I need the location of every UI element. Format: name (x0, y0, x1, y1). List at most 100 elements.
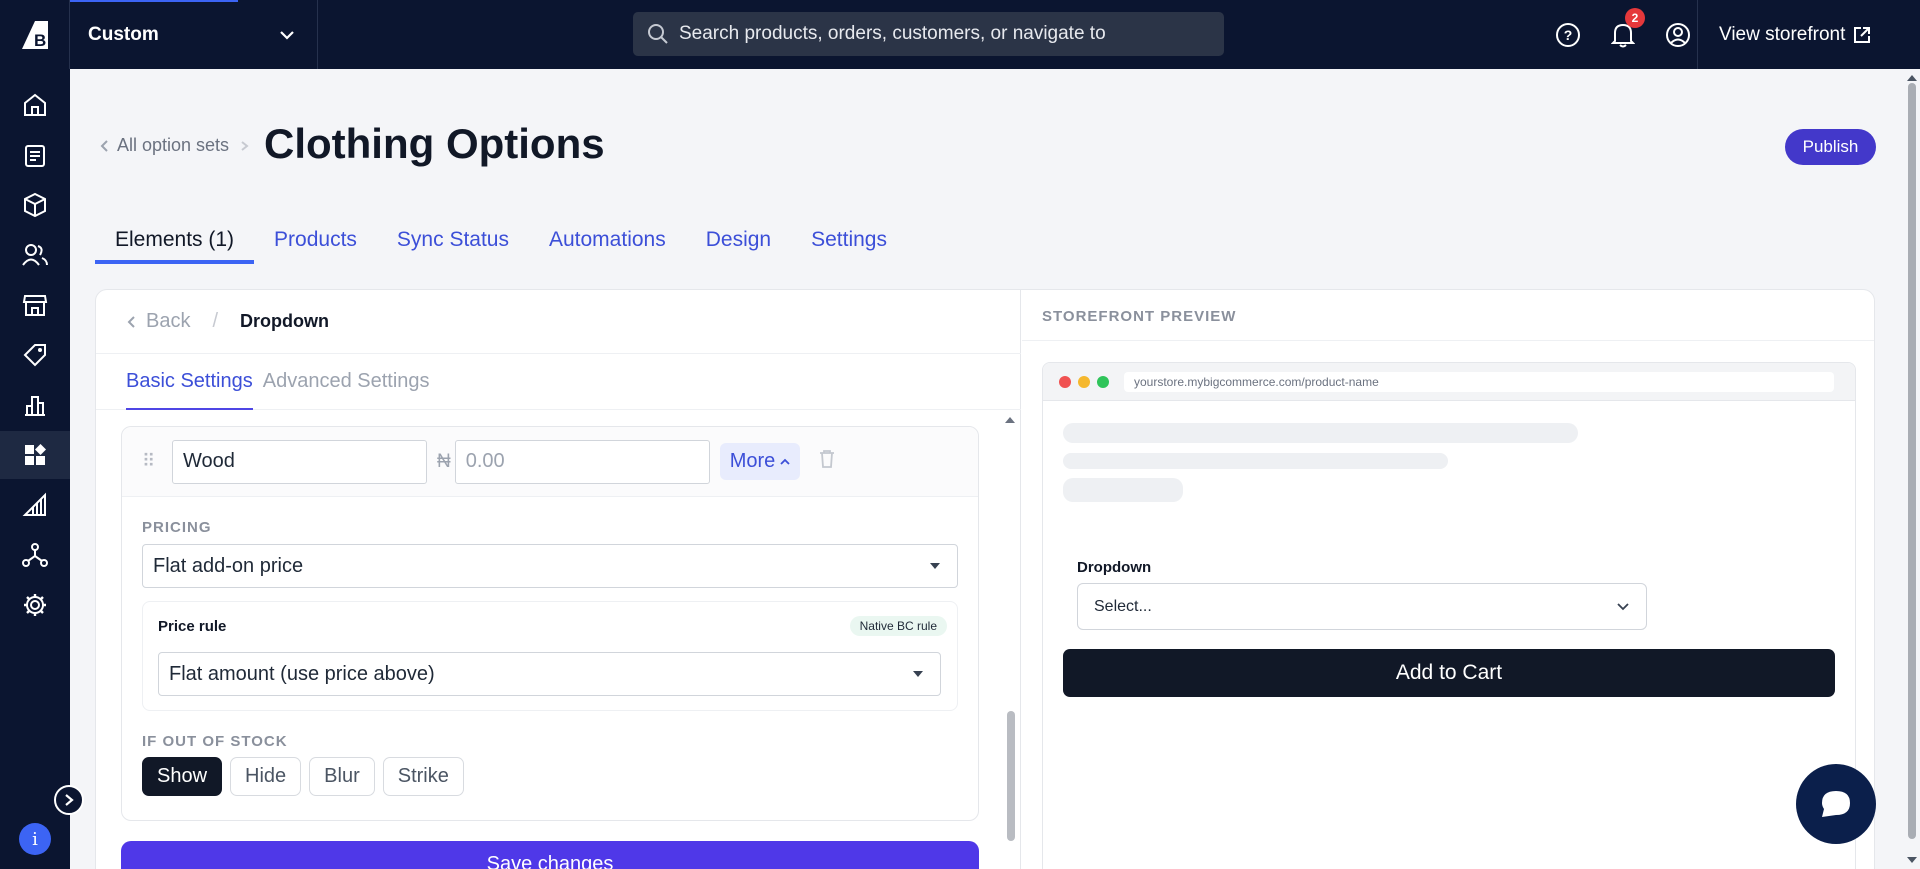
storefront-preview-panel: STOREFRONT PREVIEW yourstore.mybigcommer… (1022, 290, 1874, 869)
sidebar-item-channels[interactable] (0, 481, 70, 529)
view-storefront-label: View storefront (1719, 23, 1846, 45)
scroll-up-arrow-icon[interactable] (1904, 73, 1920, 83)
sidebar-item-integrations[interactable] (0, 531, 70, 579)
editor-scrollbar-thumb[interactable] (1007, 711, 1015, 841)
view-storefront-link[interactable]: View storefront (1697, 0, 1871, 69)
page-scrollbar[interactable] (1904, 69, 1920, 869)
preview-dropdown-label: Dropdown (1077, 559, 1152, 576)
bigcommerce-logo-icon[interactable]: B (0, 0, 70, 69)
editor-scrollbar[interactable] (1003, 411, 1017, 869)
tab-sync-status[interactable]: Sync Status (377, 222, 529, 264)
chat-bubble-icon (1822, 791, 1850, 817)
sidebar-item-apps[interactable] (0, 431, 70, 479)
option-value-card: ⠿ Wood ₦ 0.00 More PRICING Flat add-on p… (121, 426, 979, 821)
stock-hide-button[interactable]: Hide (230, 757, 302, 796)
caret-down-icon (913, 671, 923, 677)
minimize-dot-icon (1078, 375, 1090, 388)
skeleton-line (1063, 423, 1578, 443)
option-value-input[interactable]: Wood (172, 439, 427, 484)
tab-elements[interactable]: Elements (1) (95, 222, 255, 264)
price-rule-select[interactable]: Flat amount (use price above) (158, 652, 941, 696)
main-tabs: Elements (1) Products Sync Status Automa… (95, 222, 907, 264)
products-icon (24, 192, 46, 218)
chevron-down-icon (280, 30, 294, 40)
pricing-select[interactable]: Flat add-on price (142, 544, 958, 588)
chevron-up-icon (780, 458, 790, 465)
tab-design[interactable]: Design (686, 222, 791, 264)
element-editor-card: Back / Dropdown Basic Settings Advanced … (95, 289, 1875, 869)
tab-settings[interactable]: Settings (791, 222, 907, 264)
stock-show-button[interactable]: Show (142, 757, 223, 796)
external-link-icon (1854, 26, 1871, 43)
current-element-name: Dropdown (240, 311, 330, 331)
preview-url: yourstore.mybigcommerce.com/product-name (1124, 371, 1834, 392)
notifications-bell-icon[interactable]: 2 (1595, 7, 1650, 48)
out-of-stock-label: IF OUT OF STOCK (142, 733, 288, 750)
editor-breadcrumb: Back / Dropdown (96, 290, 1021, 354)
sidebar-item-analytics[interactable] (0, 381, 70, 429)
stock-blur-button[interactable]: Blur (309, 757, 375, 796)
breadcrumb-separator: / (212, 310, 219, 332)
search-input[interactable]: Search products, orders, customers, or n… (633, 12, 1224, 56)
preview-dropdown-select[interactable]: Select... (1077, 583, 1647, 630)
loading-progress-bar (70, 0, 238, 2)
tab-advanced-settings[interactable]: Advanced Settings (263, 354, 430, 410)
maximize-dot-icon (1097, 375, 1109, 388)
breadcrumb[interactable]: All option sets (99, 135, 251, 156)
price-rule-value: Flat amount (use price above) (169, 662, 435, 685)
chat-launcher-button[interactable] (1796, 764, 1876, 844)
chevron-left-icon (100, 139, 108, 152)
tab-automations[interactable]: Automations (529, 222, 686, 264)
publish-button[interactable]: Publish (1785, 129, 1876, 165)
stock-strike-button[interactable]: Strike (382, 757, 464, 796)
chevron-right-icon (65, 794, 74, 806)
home-icon (24, 93, 46, 116)
preview-browser-frame: yourstore.mybigcommerce.com/product-name… (1042, 362, 1856, 869)
add-to-cart-button[interactable]: Add to Cart (1063, 649, 1835, 697)
skeleton-line (1063, 478, 1183, 502)
scroll-up-arrow-icon[interactable] (1003, 415, 1017, 425)
breadcrumb-link[interactable]: All option sets (117, 135, 229, 156)
tab-basic-settings[interactable]: Basic Settings (126, 354, 253, 410)
sidebar (0, 69, 70, 869)
back-button[interactable]: Back (126, 310, 190, 333)
page-scrollbar-thumb[interactable] (1908, 83, 1916, 839)
editor-scroll-area[interactable]: ⠿ Wood ₦ 0.00 More PRICING Flat add-on p… (96, 411, 1021, 869)
sidebar-item-customers[interactable] (0, 231, 70, 279)
price-rule-box: Price rule Native BC rule Flat amount (u… (142, 601, 958, 711)
expand-sidebar-button[interactable] (54, 785, 84, 815)
save-changes-button[interactable]: Save changes (121, 841, 979, 869)
sidebar-item-storefront[interactable] (0, 281, 70, 329)
close-dot-icon (1059, 375, 1071, 388)
sidebar-item-marketing[interactable] (0, 331, 70, 379)
customers-icon (22, 244, 48, 266)
channels-icon (22, 492, 46, 516)
editor-subtabs: Basic Settings Advanced Settings (96, 354, 1021, 410)
settings-icon (24, 594, 46, 616)
trash-icon[interactable] (818, 449, 836, 474)
info-icon[interactable]: i (19, 823, 51, 855)
help-icon[interactable]: ? (1540, 22, 1595, 48)
sidebar-item-settings[interactable] (0, 581, 70, 629)
sidebar-item-products[interactable] (0, 181, 70, 229)
editor-panel: Back / Dropdown Basic Settings Advanced … (96, 290, 1021, 869)
out-of-stock-options: Show Hide Blur Strike (142, 757, 464, 796)
option-price-input[interactable]: 0.00 (454, 439, 710, 484)
sidebar-item-home[interactable] (0, 81, 70, 129)
search-placeholder: Search products, orders, customers, or n… (679, 23, 1106, 44)
notification-badge: 2 (1625, 7, 1645, 28)
drag-handle-icon[interactable]: ⠿ (142, 451, 172, 472)
chevron-left-icon (127, 315, 135, 328)
caret-down-icon (930, 563, 940, 569)
chevron-right-icon (241, 140, 249, 151)
preview-label: STOREFRONT PREVIEW (1042, 308, 1237, 325)
back-label: Back (146, 310, 191, 332)
sidebar-item-orders[interactable] (0, 131, 70, 179)
divider (1022, 340, 1874, 341)
scroll-down-arrow-icon[interactable] (1904, 855, 1920, 865)
native-rule-badge: Native BC rule (849, 616, 947, 636)
more-button[interactable]: More (719, 443, 801, 480)
option-value-row: ⠿ Wood ₦ 0.00 More (122, 427, 978, 497)
tab-products[interactable]: Products (254, 222, 377, 264)
store-switcher[interactable]: Custom (70, 0, 318, 69)
